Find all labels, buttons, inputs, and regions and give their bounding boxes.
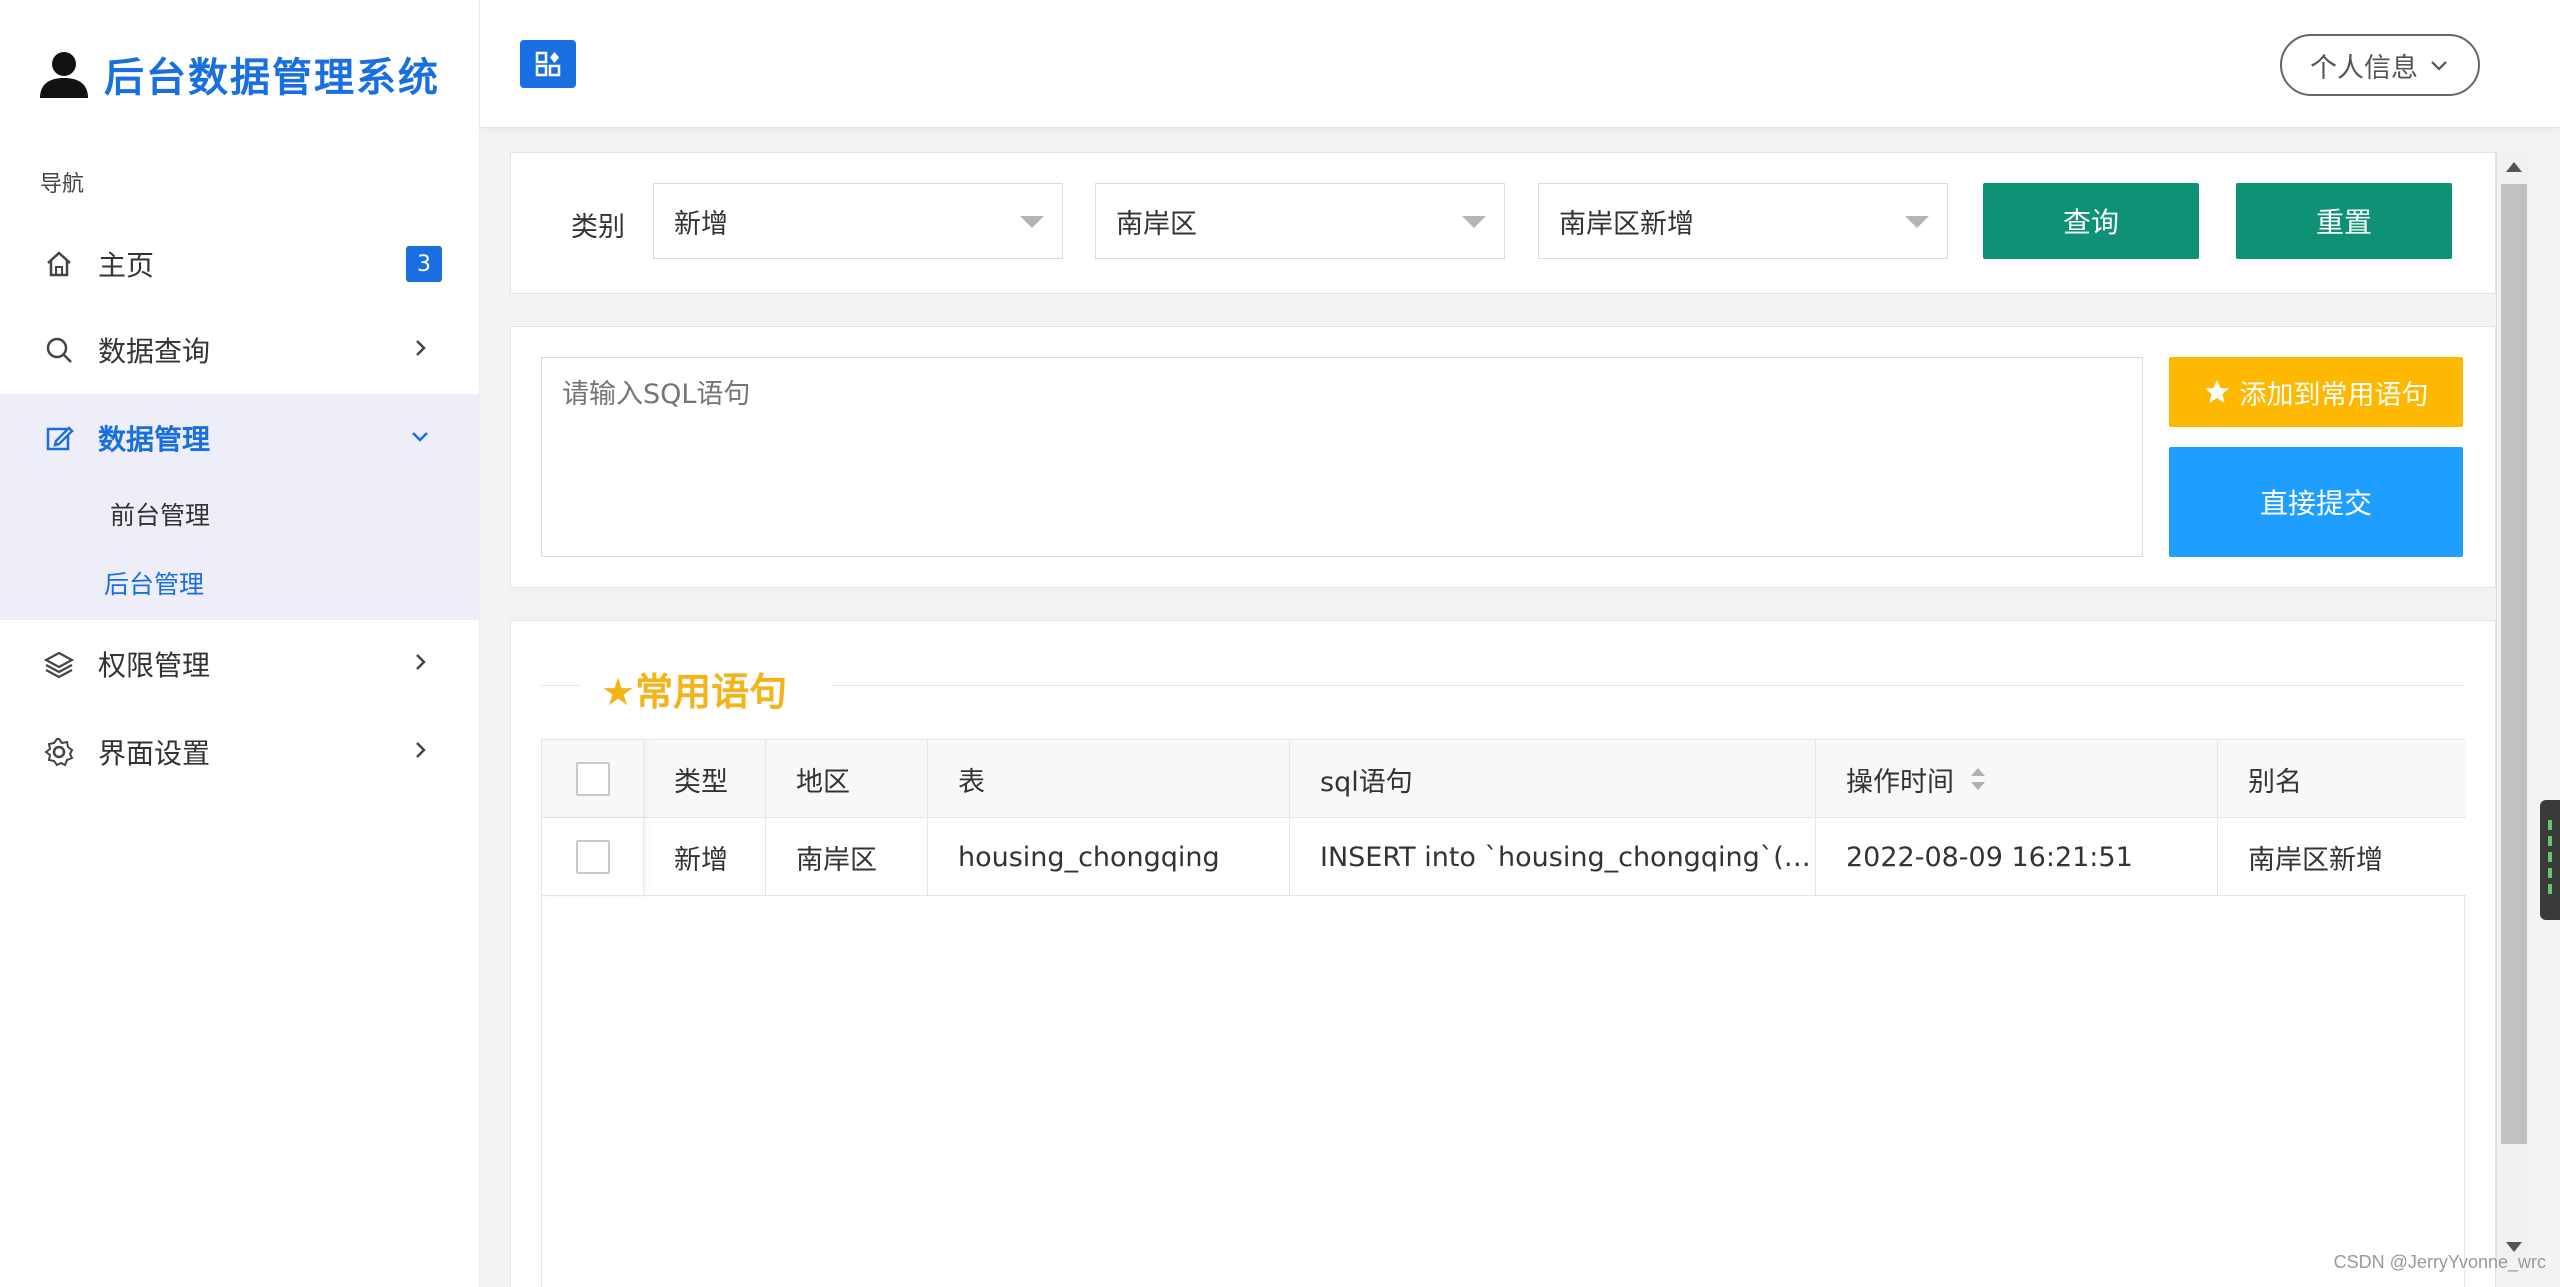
chevron-right-icon bbox=[416, 340, 426, 356]
column-header-time[interactable]: 操作时间 bbox=[1816, 740, 2218, 818]
row-select-cell bbox=[542, 818, 644, 896]
cell-table: housing_chongqing bbox=[928, 818, 1290, 896]
top-header: 个人信息 bbox=[480, 0, 2560, 128]
common-statements-title: ★常用语句 bbox=[601, 670, 788, 714]
sidebar-item-label: 主页 bbox=[98, 249, 155, 282]
chevron-right-icon bbox=[416, 742, 426, 758]
profile-label: 个人信息 bbox=[2310, 52, 2418, 84]
sidebar-item-data-query[interactable]: 数据查询 bbox=[0, 306, 480, 394]
alias-select-value: 南岸区新增 bbox=[1559, 208, 1694, 240]
submit-button[interactable]: 直接提交 bbox=[2169, 447, 2463, 557]
caret-down-icon bbox=[1905, 216, 1929, 228]
scroll-down-arrow-icon[interactable] bbox=[2506, 1242, 2522, 1252]
brand[interactable]: 后台数据管理系统 bbox=[36, 44, 440, 104]
sort-icon[interactable] bbox=[1968, 766, 1988, 792]
chevron-down-icon bbox=[2431, 61, 2447, 71]
column-header-alias: 别名 bbox=[2248, 766, 2302, 798]
region-select[interactable]: 南岸区 bbox=[1095, 183, 1505, 259]
notification-badge: 3 bbox=[406, 246, 442, 282]
sidebar-item-label: 界面设置 bbox=[98, 737, 211, 770]
watermark: CSDN @JerryYvonne_wrc bbox=[2333, 1252, 2546, 1272]
sidebar-item-ui-settings[interactable]: 界面设置 bbox=[0, 708, 480, 796]
column-header-type: 类型 bbox=[644, 740, 766, 818]
table-row[interactable]: 新增 南岸区 housing_chongqing INSERT into `ho… bbox=[542, 818, 2466, 896]
chevron-right-icon bbox=[416, 654, 426, 670]
widget-bar bbox=[2548, 868, 2552, 878]
sql-panel: 添加到常用语句 直接提交 bbox=[510, 326, 2496, 588]
widget-bar bbox=[2548, 852, 2552, 862]
legend-divider bbox=[831, 685, 2465, 686]
add-common-statement-button[interactable]: 添加到常用语句 bbox=[2169, 357, 2463, 427]
column-header-sql: sql语句 bbox=[1290, 740, 1816, 818]
cell-type: 新增 bbox=[644, 818, 766, 896]
cell-region: 南岸区 bbox=[766, 818, 928, 896]
profile-dropdown[interactable]: 个人信息 bbox=[2280, 34, 2480, 96]
category-select[interactable]: 新增 bbox=[653, 183, 1063, 259]
gear-icon bbox=[42, 735, 76, 769]
cell-time: 2022-08-09 16:21:51 bbox=[1816, 818, 2218, 896]
common-statements-table: 类型 地区 表 sql语句 操作时间 别名 新增 南岸区 housing_cho… bbox=[541, 739, 2466, 1287]
cell-alias: 南岸区新增 bbox=[2248, 844, 2383, 876]
sidebar-item-home[interactable]: 主页 3 bbox=[0, 220, 480, 308]
sidebar-subitem-backend[interactable]: 后台管理 bbox=[104, 565, 204, 601]
scrollbar-thumb[interactable] bbox=[2501, 184, 2527, 1144]
sidebar-item-label: 权限管理 bbox=[98, 649, 211, 682]
home-icon bbox=[42, 247, 76, 281]
sql-input[interactable] bbox=[541, 357, 2143, 557]
sidebar: 后台数据管理系统 导航 主页 3 数据查询 数据管理 前台管理 后台管理 权限管… bbox=[0, 0, 480, 1287]
grid-toggle-icon bbox=[535, 51, 561, 77]
table-header: 类型 地区 表 sql语句 操作时间 别名 bbox=[542, 740, 2466, 818]
user-icon bbox=[40, 52, 88, 98]
common-statements-panel: ★常用语句 类型 地区 表 sql语句 操作时间 别名 新增 南岸区 housi… bbox=[510, 620, 2496, 1287]
column-header-time-label: 操作时间 bbox=[1846, 766, 1954, 798]
side-widget[interactable] bbox=[2540, 800, 2560, 920]
column-header-region: 地区 bbox=[766, 740, 928, 818]
caret-down-icon bbox=[1462, 216, 1486, 228]
select-all-cell bbox=[542, 740, 644, 818]
sidebar-item-data-management[interactable]: 数据管理 bbox=[0, 394, 480, 482]
select-all-checkbox[interactable] bbox=[575, 762, 610, 796]
scroll-up-arrow-icon[interactable] bbox=[2506, 162, 2522, 172]
category-select-value: 新增 bbox=[674, 208, 728, 240]
category-label: 类别 bbox=[571, 212, 625, 243]
widget-bar bbox=[2548, 820, 2552, 830]
widget-bar bbox=[2548, 884, 2552, 894]
filter-panel: 类别 新增 南岸区 南岸区新增 查询 重置 bbox=[510, 152, 2496, 294]
widget-bar bbox=[2548, 836, 2552, 846]
cell-sql: INSERT into `housing_chongqing`(… bbox=[1290, 818, 1816, 896]
column-header-table: 表 bbox=[928, 740, 1290, 818]
sidebar-item-label: 数据查询 bbox=[98, 335, 211, 368]
sidebar-subitem-frontend[interactable]: 前台管理 bbox=[110, 496, 210, 532]
row-checkbox[interactable] bbox=[575, 840, 610, 874]
reset-button[interactable]: 重置 bbox=[2236, 183, 2452, 259]
legend-divider bbox=[541, 685, 581, 686]
query-button[interactable]: 查询 bbox=[1983, 183, 2199, 259]
sidebar-item-label: 数据管理 bbox=[98, 423, 211, 456]
edit-icon bbox=[42, 421, 76, 455]
sidebar-toggle-button[interactable] bbox=[520, 40, 576, 88]
sidebar-item-permissions[interactable]: 权限管理 bbox=[0, 620, 480, 708]
caret-down-icon bbox=[1020, 216, 1044, 228]
search-icon bbox=[42, 333, 76, 367]
region-select-value: 南岸区 bbox=[1116, 208, 1197, 240]
nav-caption: 导航 bbox=[40, 172, 85, 197]
chevron-down-icon bbox=[412, 432, 428, 442]
layers-icon bbox=[42, 647, 76, 681]
add-common-label: 添加到常用语句 bbox=[2239, 379, 2429, 411]
star-icon bbox=[2204, 380, 2229, 403]
vertical-scrollbar[interactable] bbox=[2496, 152, 2530, 1262]
alias-select[interactable]: 南岸区新增 bbox=[1538, 183, 1948, 259]
brand-title: 后台数据管理系统 bbox=[104, 55, 440, 101]
